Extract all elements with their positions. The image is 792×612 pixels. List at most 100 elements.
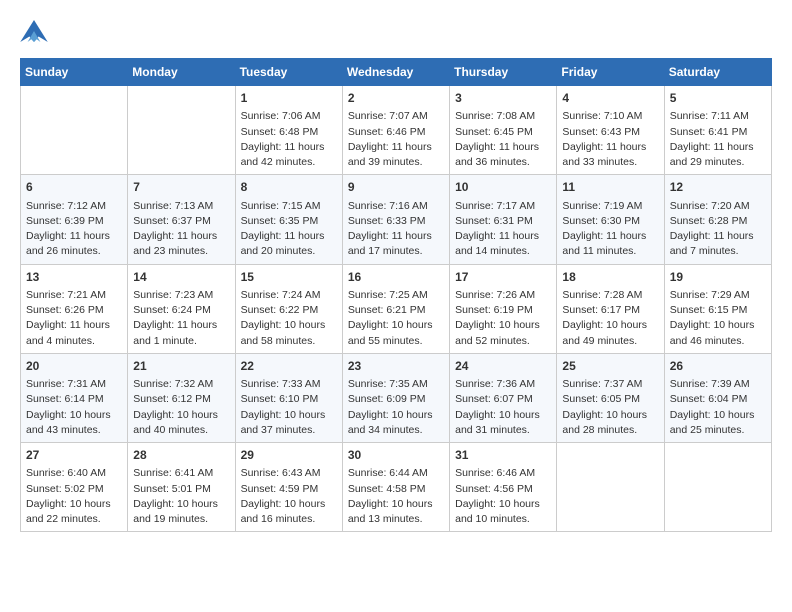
daylight-text: Daylight: 11 hours and 33 minutes.	[562, 140, 658, 170]
day-number: 21	[133, 358, 229, 375]
sunset-text: Sunset: 6:37 PM	[133, 214, 229, 229]
calendar-cell: 5Sunrise: 7:11 AMSunset: 6:41 PMDaylight…	[664, 86, 771, 175]
sunrise-text: Sunrise: 7:33 AM	[241, 377, 337, 392]
calendar-cell: 8Sunrise: 7:15 AMSunset: 6:35 PMDaylight…	[235, 175, 342, 264]
calendar-cell: 13Sunrise: 7:21 AMSunset: 6:26 PMDayligh…	[21, 264, 128, 353]
day-number: 3	[455, 90, 551, 107]
sunrise-text: Sunrise: 6:40 AM	[26, 466, 122, 481]
day-number: 8	[241, 179, 337, 196]
sunrise-text: Sunrise: 7:24 AM	[241, 288, 337, 303]
sunset-text: Sunset: 6:19 PM	[455, 303, 551, 318]
daylight-text: Daylight: 11 hours and 11 minutes.	[562, 229, 658, 259]
sunrise-text: Sunrise: 7:32 AM	[133, 377, 229, 392]
daylight-text: Daylight: 10 hours and 19 minutes.	[133, 497, 229, 527]
daylight-text: Daylight: 10 hours and 25 minutes.	[670, 408, 766, 438]
sunrise-text: Sunrise: 7:19 AM	[562, 199, 658, 214]
logo-icon	[20, 20, 48, 42]
calendar-cell: 28Sunrise: 6:41 AMSunset: 5:01 PMDayligh…	[128, 443, 235, 532]
logo	[20, 20, 52, 42]
sunrise-text: Sunrise: 7:08 AM	[455, 109, 551, 124]
calendar-cell: 16Sunrise: 7:25 AMSunset: 6:21 PMDayligh…	[342, 264, 449, 353]
sunrise-text: Sunrise: 7:16 AM	[348, 199, 444, 214]
day-header-friday: Friday	[557, 59, 664, 86]
day-number: 9	[348, 179, 444, 196]
calendar-cell: 18 Sunrise: 7:28 AMSunset: 6:17 PMDayligh…	[557, 264, 664, 353]
daylight-text: Daylight: 11 hours and 7 minutes.	[670, 229, 766, 259]
sunset-text: Sunset: 6:09 PM	[348, 392, 444, 407]
day-number: 28	[133, 447, 229, 464]
sunrise-text: Sunrise: 7:39 AM	[670, 377, 766, 392]
sunset-text: Sunset: 6:21 PM	[348, 303, 444, 318]
day-number: 2	[348, 90, 444, 107]
daylight-text: Daylight: 10 hours and 13 minutes.	[348, 497, 444, 527]
sunrise-text: Sunrise: 7:20 AM	[670, 199, 766, 214]
day-number: 5	[670, 90, 766, 107]
daylight-text: Daylight: 10 hours and 31 minutes.	[455, 408, 551, 438]
day-number: 24	[455, 358, 551, 375]
daylight-text: Daylight: 11 hours and 17 minutes.	[348, 229, 444, 259]
sunrise-text: Sunrise: 7:35 AM	[348, 377, 444, 392]
daylight-text: Daylight: 11 hours and 4 minutes.	[26, 318, 122, 348]
calendar-cell	[664, 443, 771, 532]
daylight-text: Daylight: 11 hours and 20 minutes.	[241, 229, 337, 259]
daylight-text: Daylight: 10 hours and 16 minutes.	[241, 497, 337, 527]
sunrise-text: Sunrise: 7:07 AM	[348, 109, 444, 124]
daylight-text: Daylight: 10 hours and 10 minutes.	[455, 497, 551, 527]
day-number: 6	[26, 179, 122, 196]
day-header-thursday: Thursday	[450, 59, 557, 86]
calendar-cell: 30Sunrise: 6:44 AMSunset: 4:58 PMDayligh…	[342, 443, 449, 532]
calendar-cell: 27Sunrise: 6:40 AMSunset: 5:02 PMDayligh…	[21, 443, 128, 532]
sunrise-text: Sunrise: 7:10 AM	[562, 109, 658, 124]
calendar-cell: 2 Sunrise: 7:07 AMSunset: 6:46 PMDaylight…	[342, 86, 449, 175]
day-number: 18	[562, 269, 658, 286]
day-number: 26	[670, 358, 766, 375]
day-number: 1	[241, 90, 337, 107]
sunrise-text: Sunrise: 6:46 AM	[455, 466, 551, 481]
sunset-text: Sunset: 6:07 PM	[455, 392, 551, 407]
calendar-cell	[21, 86, 128, 175]
sunset-text: Sunset: 6:26 PM	[26, 303, 122, 318]
sunset-text: Sunset: 6:31 PM	[455, 214, 551, 229]
sunrise-text: Sunrise: 6:41 AM	[133, 466, 229, 481]
day-number: 22	[241, 358, 337, 375]
sunset-text: Sunset: 6:17 PM	[562, 303, 658, 318]
day-number: 12	[670, 179, 766, 196]
day-number: 4	[562, 90, 658, 107]
sunset-text: Sunset: 6:45 PM	[455, 125, 551, 140]
daylight-text: Daylight: 10 hours and 43 minutes.	[26, 408, 122, 438]
sunset-text: Sunset: 6:15 PM	[670, 303, 766, 318]
calendar-cell: 29Sunrise: 6:43 AMSunset: 4:59 PMDayligh…	[235, 443, 342, 532]
daylight-text: Daylight: 10 hours and 28 minutes.	[562, 408, 658, 438]
day-number: 11	[562, 179, 658, 196]
daylight-text: Daylight: 10 hours and 22 minutes.	[26, 497, 122, 527]
calendar-table: SundayMondayTuesdayWednesdayThursdayFrid…	[20, 58, 772, 532]
daylight-text: Daylight: 10 hours and 58 minutes.	[241, 318, 337, 348]
sunrise-text: Sunrise: 7:31 AM	[26, 377, 122, 392]
sunset-text: Sunset: 6:39 PM	[26, 214, 122, 229]
daylight-text: Daylight: 10 hours and 49 minutes.	[562, 318, 658, 348]
day-number: 19	[670, 269, 766, 286]
page-header	[20, 20, 772, 42]
sunrise-text: Sunrise: 7:36 AM	[455, 377, 551, 392]
calendar-cell	[557, 443, 664, 532]
calendar-cell: 23Sunrise: 7:35 AMSunset: 6:09 PMDayligh…	[342, 353, 449, 442]
sunset-text: Sunset: 6:33 PM	[348, 214, 444, 229]
day-number: 14	[133, 269, 229, 286]
day-number: 17	[455, 269, 551, 286]
sunrise-text: Sunrise: 7:15 AM	[241, 199, 337, 214]
day-header-tuesday: Tuesday	[235, 59, 342, 86]
sunrise-text: Sunrise: 7:28 AM	[562, 288, 658, 303]
day-number: 30	[348, 447, 444, 464]
day-number: 10	[455, 179, 551, 196]
daylight-text: Daylight: 10 hours and 40 minutes.	[133, 408, 229, 438]
day-header-monday: Monday	[128, 59, 235, 86]
sunrise-text: Sunrise: 7:13 AM	[133, 199, 229, 214]
day-number: 29	[241, 447, 337, 464]
calendar-cell: 19Sunrise: 7:29 AMSunset: 6:15 PMDayligh…	[664, 264, 771, 353]
daylight-text: Daylight: 11 hours and 14 minutes.	[455, 229, 551, 259]
day-number: 31	[455, 447, 551, 464]
daylight-text: Daylight: 11 hours and 39 minutes.	[348, 140, 444, 170]
sunset-text: Sunset: 6:46 PM	[348, 125, 444, 140]
day-header-sunday: Sunday	[21, 59, 128, 86]
day-number: 25	[562, 358, 658, 375]
